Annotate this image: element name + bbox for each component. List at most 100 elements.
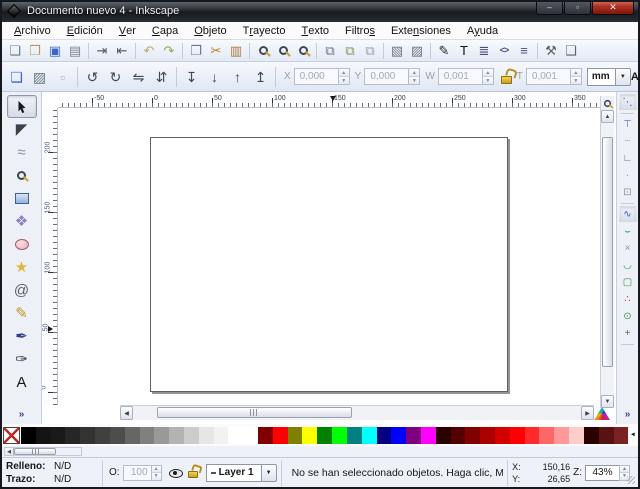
opacity-spinner[interactable]: ▲▼ bbox=[151, 465, 162, 481]
snap-nodes-button[interactable]: ∿ bbox=[619, 206, 637, 223]
snap-midpoints-button[interactable]: ∴ bbox=[619, 291, 637, 308]
save-button[interactable]: ▣ bbox=[45, 41, 65, 60]
x-spinner[interactable]: ▲▼ bbox=[338, 68, 350, 85]
tool-tweak[interactable]: ≈ bbox=[7, 141, 37, 164]
document-properties-button[interactable]: ❑ bbox=[561, 41, 581, 60]
palette-swatch[interactable] bbox=[243, 427, 258, 444]
open-folder-button[interactable]: ❒ bbox=[25, 41, 45, 60]
palette-swatch[interactable] bbox=[184, 427, 199, 444]
paste-button[interactable]: ▥ bbox=[226, 41, 246, 60]
zoom-selection-button[interactable] bbox=[253, 41, 273, 60]
horizontal-scroll-thumb[interactable] bbox=[157, 407, 352, 418]
menu-extensiones[interactable]: Extensiones bbox=[383, 22, 459, 39]
palette-swatch[interactable] bbox=[406, 427, 421, 444]
layer-selector[interactable]: Layer 1 ▼ bbox=[206, 464, 277, 482]
palette-overflow-arrow[interactable]: ◄ bbox=[628, 427, 637, 444]
palette-swatch[interactable] bbox=[302, 427, 317, 444]
snap-cusp-nodes-button[interactable]: ◡ bbox=[619, 257, 637, 274]
palette-swatch[interactable] bbox=[584, 427, 599, 444]
palette-swatch[interactable] bbox=[110, 427, 125, 444]
raise-button[interactable]: ↑ bbox=[226, 65, 249, 88]
palette-swatch[interactable] bbox=[199, 427, 214, 444]
import-button[interactable]: ⇥ bbox=[92, 41, 112, 60]
horizontal-scrollbar[interactable]: ◀ ▶ bbox=[120, 405, 594, 420]
layer-lock-icon[interactable] bbox=[188, 471, 198, 478]
menu-ver[interactable]: Ver bbox=[111, 22, 144, 39]
palette-swatch[interactable] bbox=[36, 427, 51, 444]
tool-selector[interactable] bbox=[7, 95, 37, 118]
palette-swatch[interactable] bbox=[421, 427, 436, 444]
snap-bbox-edge-midpoints-button[interactable]: ∙ bbox=[619, 167, 637, 184]
tool-spiral[interactable]: @ bbox=[7, 279, 37, 302]
palette-swatch[interactable] bbox=[140, 427, 155, 444]
copy-button[interactable]: ❐ bbox=[186, 41, 206, 60]
title-bar[interactable]: Documento nuevo 4 - Inkscape – ▫ ✕ bbox=[0, 0, 640, 22]
undo-button[interactable]: ↶ bbox=[139, 41, 159, 60]
lower-button[interactable]: ↓ bbox=[203, 65, 226, 88]
group-button[interactable]: ▧ bbox=[387, 41, 407, 60]
palette-swatch[interactable] bbox=[614, 427, 629, 444]
chevron-down-icon[interactable]: ▼ bbox=[262, 464, 277, 482]
palette-swatch[interactable] bbox=[169, 427, 184, 444]
palette-swatch[interactable] bbox=[332, 427, 347, 444]
palette-swatch[interactable] bbox=[465, 427, 480, 444]
document-page[interactable] bbox=[150, 137, 508, 392]
select-all-button[interactable]: ❏ bbox=[5, 65, 28, 88]
tool-pencil[interactable]: ✎ bbox=[7, 302, 37, 325]
tool-zoom[interactable] bbox=[7, 164, 37, 187]
zoom-drawing-button[interactable] bbox=[273, 41, 293, 60]
align-distribute-button[interactable]: ≡ bbox=[514, 41, 534, 60]
snap-bbox-edges-button[interactable]: ┄ bbox=[619, 133, 637, 150]
color-management-icon[interactable] bbox=[594, 407, 610, 420]
snap-object-centers-button[interactable]: ⊙ bbox=[619, 308, 637, 325]
zoom-page-button[interactable] bbox=[293, 41, 313, 60]
tool-text[interactable]: A bbox=[7, 371, 37, 394]
snap-paths-button[interactable]: ⌣ bbox=[619, 223, 637, 240]
snap-rotation-centers-button[interactable]: + bbox=[619, 325, 637, 342]
chevron-down-icon[interactable]: ▼ bbox=[616, 68, 631, 86]
palette-swatch[interactable] bbox=[554, 427, 569, 444]
palette-scrollbar[interactable]: ◀ bbox=[4, 447, 82, 456]
xml-editor-button[interactable]: <> bbox=[494, 41, 514, 60]
vertical-ruler[interactable]: 200150100500 bbox=[44, 108, 58, 405]
height-spinner[interactable]: ▲▼ bbox=[570, 68, 582, 85]
tool-calligraphy[interactable]: ✑ bbox=[7, 348, 37, 371]
palette-swatch[interactable] bbox=[525, 427, 540, 444]
menu-objeto[interactable]: Objeto bbox=[186, 22, 234, 39]
palette-swatch[interactable] bbox=[95, 427, 110, 444]
palette-swatch[interactable] bbox=[451, 427, 466, 444]
palette-swatch[interactable] bbox=[125, 427, 140, 444]
fill-stroke-dialog-button[interactable]: ✎ bbox=[434, 41, 454, 60]
toolbox-overflow-chevron[interactable]: » bbox=[19, 409, 25, 420]
tool-rectangle[interactable] bbox=[7, 187, 37, 210]
palette-swatch[interactable] bbox=[480, 427, 495, 444]
tool-bezier[interactable]: ✒ bbox=[7, 325, 37, 348]
tool-ellipse[interactable] bbox=[7, 233, 37, 256]
drawing-canvas[interactable] bbox=[58, 108, 600, 405]
snap-enable-button[interactable]: ⋱ bbox=[619, 94, 637, 111]
palette-swatch[interactable] bbox=[51, 427, 66, 444]
y-input[interactable]: 0,000 bbox=[364, 68, 408, 85]
palette-swatch[interactable] bbox=[362, 427, 377, 444]
tool-star[interactable]: ★ bbox=[7, 256, 37, 279]
raise-to-top-button[interactable]: ↥ bbox=[249, 65, 272, 88]
menu-texto[interactable]: Texto bbox=[293, 22, 337, 39]
palette-swatch[interactable] bbox=[228, 427, 243, 444]
resize-grip[interactable] bbox=[627, 476, 635, 484]
cut-button[interactable]: ✂ bbox=[206, 41, 226, 60]
minimize-button[interactable]: – bbox=[536, 0, 563, 15]
deselect-button[interactable]: ▫ bbox=[51, 65, 74, 88]
palette-swatch[interactable] bbox=[258, 427, 273, 444]
export-button[interactable]: ⇤ bbox=[112, 41, 132, 60]
menu-archivo[interactable]: Archivo bbox=[6, 22, 59, 39]
zoom-corner-icon[interactable] bbox=[601, 96, 614, 110]
palette-swatch[interactable] bbox=[347, 427, 362, 444]
palette-swatch[interactable] bbox=[288, 427, 303, 444]
duplicate-button[interactable]: ⧉ bbox=[320, 41, 340, 60]
vertical-scrollbar[interactable]: ▲ ▼ bbox=[600, 96, 614, 408]
select-all-layers-button[interactable]: ▨ bbox=[28, 65, 51, 88]
height-input[interactable]: 0,001 bbox=[526, 68, 570, 85]
fill-stroke-indicator[interactable]: Relleno:N/D Trazo:N/D bbox=[2, 460, 98, 486]
snapbar-overflow-chevron[interactable]: » bbox=[625, 409, 631, 420]
palette-swatch[interactable] bbox=[391, 427, 406, 444]
